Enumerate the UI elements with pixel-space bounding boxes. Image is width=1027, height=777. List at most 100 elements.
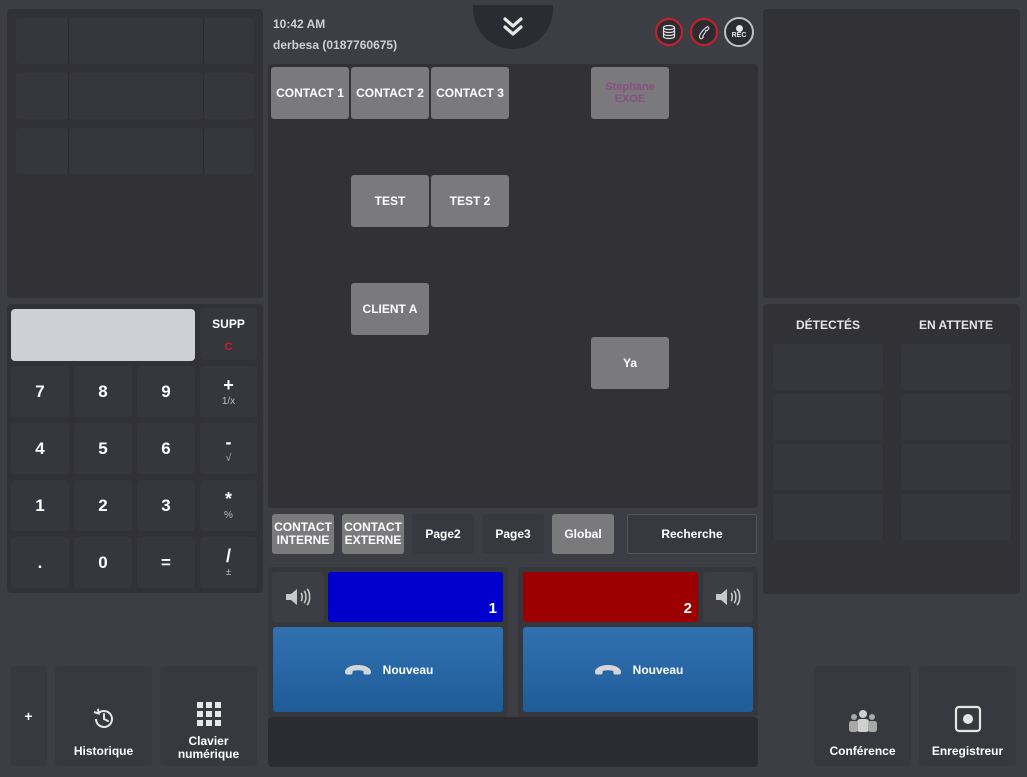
grid-keypad-icon xyxy=(196,702,221,726)
contact-button[interactable]: Ya xyxy=(591,337,669,389)
key-divide[interactable]: / ± xyxy=(200,537,257,588)
right-top-panel xyxy=(763,9,1020,298)
detected-slot[interactable] xyxy=(773,444,883,490)
database-icon xyxy=(662,24,676,40)
chevron-double-down-icon xyxy=(503,17,523,36)
contact-button[interactable]: CONTACT 2 xyxy=(351,67,429,119)
record-icon xyxy=(954,705,981,733)
contact-name-line: EXOE xyxy=(614,93,646,105)
key-7[interactable]: 7 xyxy=(11,366,69,417)
favorite-slot[interactable] xyxy=(16,18,68,64)
favorite-slot[interactable] xyxy=(16,73,68,119)
group-icon xyxy=(848,710,877,732)
database-status-button[interactable] xyxy=(655,18,683,46)
add-button[interactable]: + xyxy=(10,666,47,766)
key-minus[interactable]: - √ xyxy=(200,423,257,474)
speaker-icon xyxy=(716,588,741,606)
queue-panel: DÉTECTÉS EN ATTENTE xyxy=(763,304,1020,594)
key-0[interactable]: 0 xyxy=(74,537,132,588)
contact-button-stephane[interactable]: Stephane EXOE xyxy=(591,67,669,119)
header-time: 10:42 AM xyxy=(273,17,326,31)
divide-label: / xyxy=(225,546,231,566)
contact-button[interactable]: CLIENT A xyxy=(351,283,429,335)
waiting-slot[interactable] xyxy=(901,494,1011,540)
phone-hangup-icon xyxy=(344,664,371,674)
sqrt-label: √ xyxy=(225,453,232,464)
favorite-slot[interactable] xyxy=(203,128,254,174)
clear-label: C xyxy=(224,341,233,353)
waiting-header: EN ATTENTE xyxy=(919,318,993,332)
new-call-label: Nouveau xyxy=(632,662,684,677)
dialpad-button[interactable]: Clavier numérique xyxy=(160,666,257,766)
history-icon xyxy=(93,708,113,728)
line-2-new-call-button[interactable]: Nouveau xyxy=(523,627,753,712)
detected-slot[interactable] xyxy=(773,344,883,390)
plus-label: + xyxy=(24,707,33,724)
collapse-tab-button[interactable] xyxy=(473,5,553,49)
contact-button[interactable]: CONTACT 3 xyxy=(431,67,509,119)
favorite-slot[interactable] xyxy=(68,128,203,174)
favorite-slot[interactable] xyxy=(68,18,203,64)
key-9[interactable]: 9 xyxy=(137,366,195,417)
new-call-label: Nouveau xyxy=(382,662,434,677)
detected-slot[interactable] xyxy=(773,494,883,540)
key-3[interactable]: 3 xyxy=(137,480,195,531)
tab-contact-externe[interactable]: CONTACT EXTERNE xyxy=(342,514,404,554)
rec-status-button[interactable]: REC xyxy=(724,17,754,47)
favorite-slot[interactable] xyxy=(203,18,254,64)
rec-label: REC xyxy=(731,31,747,39)
line-2-status[interactable]: 2 xyxy=(523,572,698,622)
favorite-slot[interactable] xyxy=(16,128,68,174)
plus-minus-label: ± xyxy=(225,567,232,578)
line-1-panel: 1 Nouveau xyxy=(268,567,508,717)
line-1-new-call-button[interactable]: Nouveau xyxy=(273,627,503,712)
key-8[interactable]: 8 xyxy=(74,366,132,417)
key-1[interactable]: 1 xyxy=(11,480,69,531)
contact-button[interactable]: TEST 2 xyxy=(431,175,509,227)
rec-dot-icon xyxy=(735,24,743,32)
tab-page2[interactable]: Page2 xyxy=(412,514,474,554)
waiting-slot[interactable] xyxy=(901,344,1011,390)
favorite-slot[interactable] xyxy=(203,73,254,119)
phone-status-button[interactable] xyxy=(690,18,718,46)
supp-label: SUPP xyxy=(212,317,245,331)
history-button[interactable]: Historique xyxy=(55,666,152,766)
favorites-panel xyxy=(7,9,263,298)
key-multiply[interactable]: * % xyxy=(200,480,257,531)
percent-label: % xyxy=(224,510,233,521)
key-6[interactable]: 6 xyxy=(137,423,195,474)
detected-slot[interactable] xyxy=(773,394,883,440)
number-display-input[interactable] xyxy=(11,309,195,361)
key-equals[interactable]: = xyxy=(137,537,195,588)
line-1-status[interactable]: 1 xyxy=(328,572,503,622)
tab-global[interactable]: Global xyxy=(552,514,614,554)
keypad-panel: SUPP C 7 8 9 + 1/x 4 5 6 - √ 1 2 3 * % .… xyxy=(7,304,263,593)
contact-button[interactable]: CONTACT 1 xyxy=(271,67,349,119)
tab-contact-interne[interactable]: CONTACT INTERNE xyxy=(272,514,334,554)
detected-header: DÉTECTÉS xyxy=(795,318,860,332)
key-dot[interactable]: . xyxy=(11,537,69,588)
line-2-panel: 2 Nouveau xyxy=(518,567,758,717)
plus-label: + xyxy=(223,375,234,395)
waiting-slot[interactable] xyxy=(901,394,1011,440)
key-5[interactable]: 5 xyxy=(74,423,132,474)
tab-label: EXTERNE xyxy=(344,533,402,547)
conference-button[interactable]: Conférence xyxy=(814,666,911,766)
line-1-speaker-button[interactable] xyxy=(272,572,324,622)
recorder-button[interactable]: Enregistreur xyxy=(919,666,1016,766)
phone-handset-icon xyxy=(698,25,710,40)
contact-button[interactable]: TEST xyxy=(351,175,429,227)
contacts-grid: CONTACT 1 CONTACT 2 CONTACT 3 Stephane E… xyxy=(268,64,758,508)
favorite-slot[interactable] xyxy=(68,73,203,119)
waiting-slot[interactable] xyxy=(901,444,1011,490)
key-4[interactable]: 4 xyxy=(11,423,69,474)
info-bar xyxy=(268,717,758,767)
recorder-label: Enregistreur xyxy=(931,744,1004,758)
key-2[interactable]: 2 xyxy=(74,480,132,531)
reciprocal-label: 1/x xyxy=(221,396,236,407)
search-button[interactable]: Recherche xyxy=(627,514,757,554)
key-plus[interactable]: + 1/x xyxy=(200,366,257,417)
tab-page3[interactable]: Page3 xyxy=(482,514,544,554)
supp-button[interactable]: SUPP C xyxy=(200,308,257,360)
line-2-speaker-button[interactable] xyxy=(703,572,753,622)
